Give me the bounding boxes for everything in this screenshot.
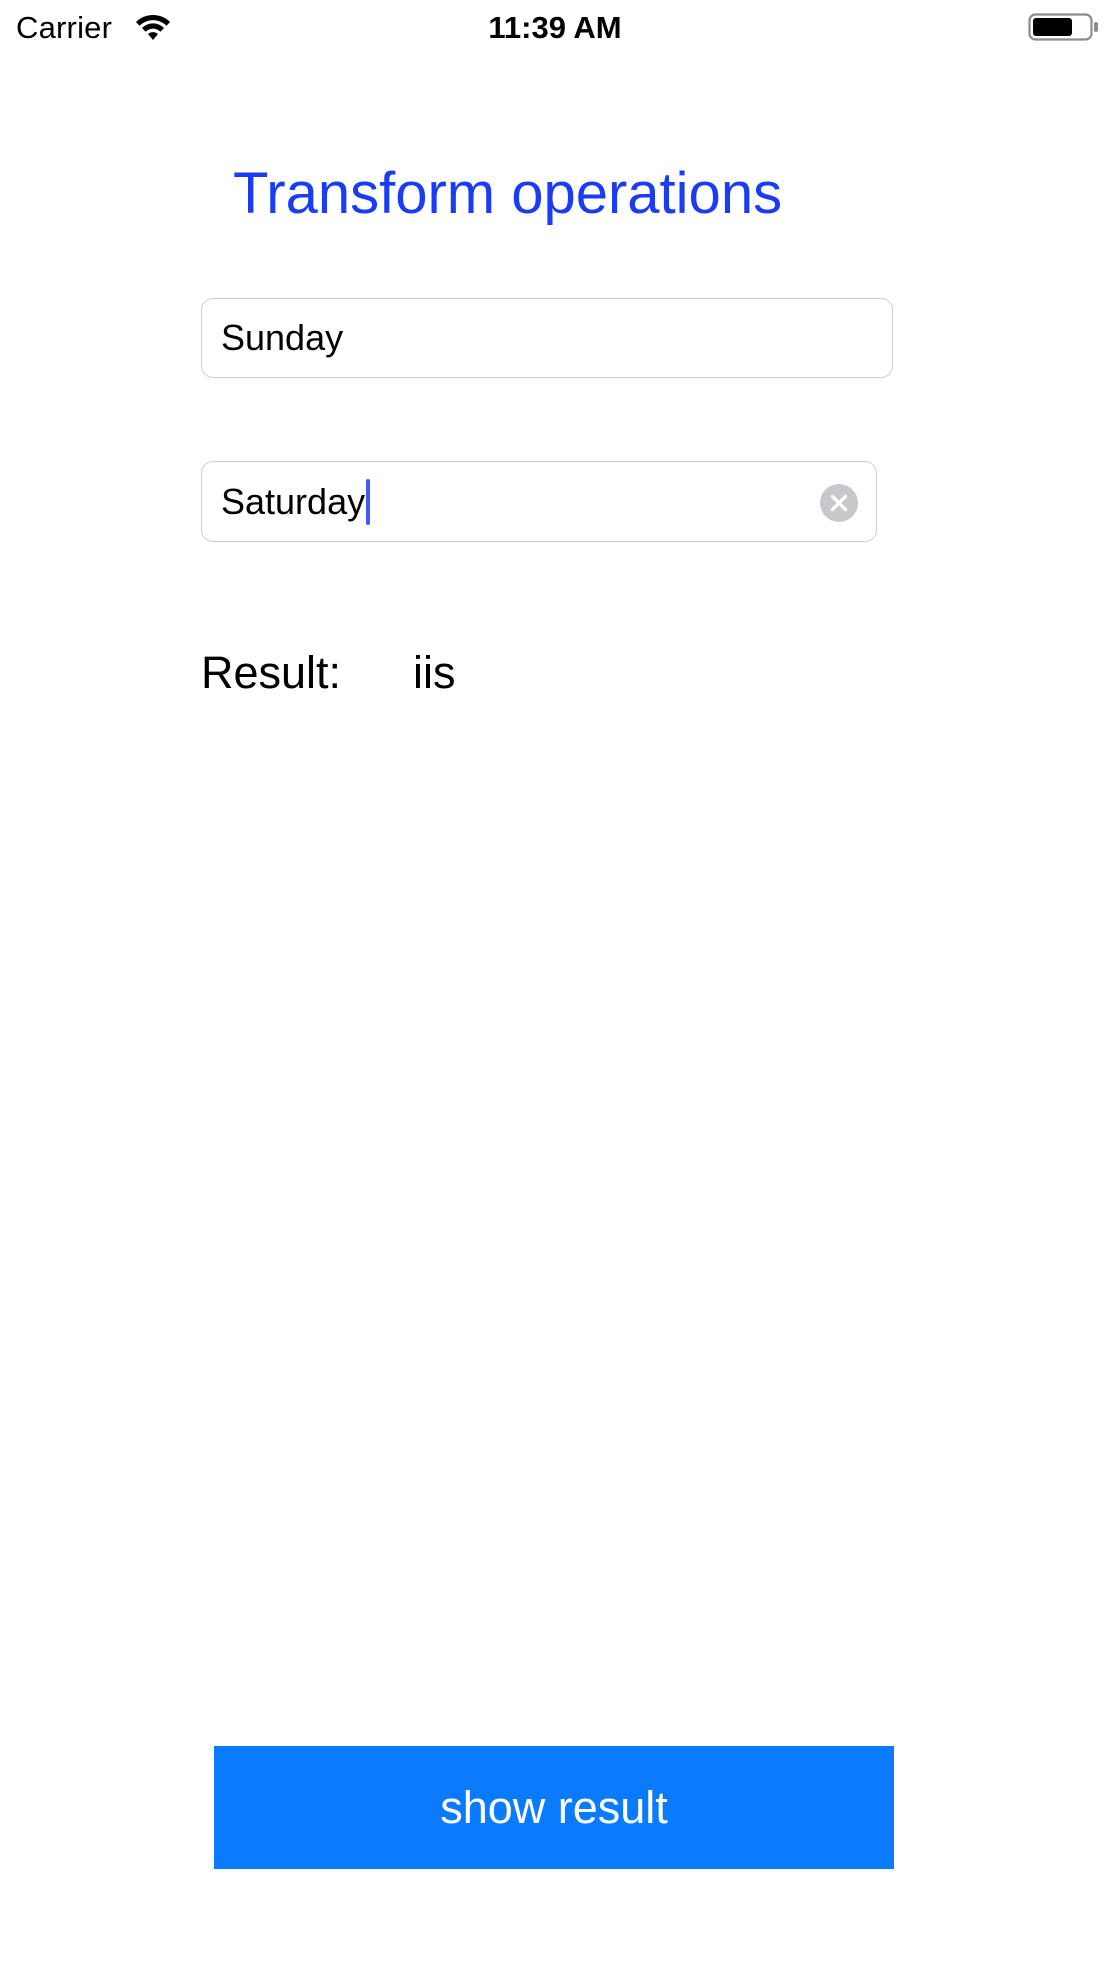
show-result-button[interactable]: show result	[214, 1746, 894, 1869]
second-text-field-value: Saturday	[221, 480, 366, 522]
page-title: Transform operations	[233, 161, 783, 226]
first-text-field-value: Sunday	[221, 317, 344, 358]
second-text-field-content: Saturday	[221, 462, 371, 541]
status-bar: Carrier 11:39 AM	[0, 0, 1110, 58]
battery-icon	[1028, 13, 1098, 41]
second-text-field[interactable]: Saturday	[201, 461, 877, 542]
text-caret	[366, 478, 371, 525]
first-text-field[interactable]: Sunday	[201, 298, 893, 378]
result-value: iis	[413, 647, 456, 698]
status-time: 11:39 AM	[488, 10, 622, 45]
clear-circle-icon[interactable]	[820, 484, 858, 522]
result-label: Result:	[201, 647, 342, 698]
